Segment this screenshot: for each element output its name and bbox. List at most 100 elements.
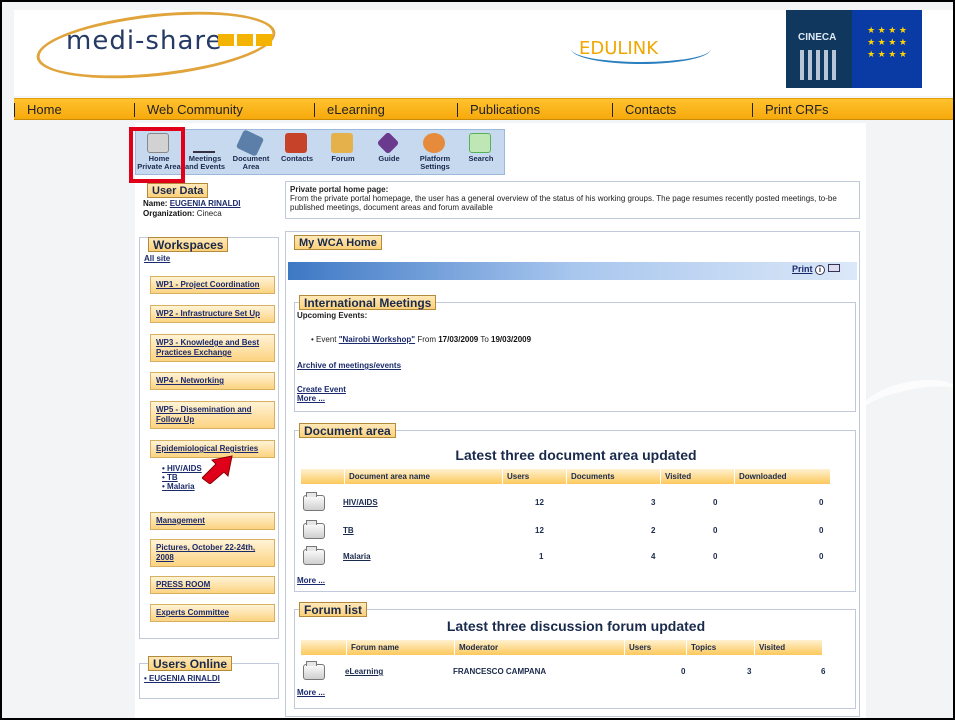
user-name-row: Name: EUGENIA RINALDI <box>143 199 279 208</box>
site-header: medi-share EDULINK CINECA ★ ★ ★ ★ ★ ★ ★ … <box>14 2 953 96</box>
registry-tb[interactable]: • TB <box>162 473 202 482</box>
event-to-date: 19/03/2009 <box>491 335 532 344</box>
document-name[interactable]: TB <box>343 526 354 535</box>
col-visited: Visited <box>661 469 735 484</box>
nav-print-crfs[interactable]: Print CRFs <box>752 103 932 117</box>
toolbar-contacts[interactable]: Contacts <box>274 130 320 176</box>
toolbar-label: Document Area <box>232 154 270 171</box>
col-document-area-name: Document area name <box>345 469 503 484</box>
col-forum-users: Users <box>625 640 687 655</box>
forum-topics: 3 <box>747 667 752 676</box>
workspace-wp1[interactable]: WP1 - Project Coordination <box>150 276 275 294</box>
document-name[interactable]: HIV/AIDS <box>343 498 378 507</box>
document-name[interactable]: Malaria <box>343 552 371 561</box>
nav-publications[interactable]: Publications <box>457 103 612 117</box>
toolbar-meetings-and-events[interactable]: Meetings and Events <box>182 130 228 176</box>
toolbar-guide[interactable]: Guide <box>366 130 412 176</box>
forum-visited: 6 <box>821 667 826 676</box>
registry-hiv-aids[interactable]: • HIV/AIDS <box>162 464 202 473</box>
documents-more-link[interactable]: More ... <box>297 576 325 585</box>
portal-toolbar: Home Private Area Meetings and Events Do… <box>135 129 505 175</box>
folder-icon <box>303 520 325 539</box>
document-downloaded: 0 <box>819 552 824 561</box>
toolbar-label: Forum <box>331 154 355 163</box>
main-nav: Home Web Community eLearning Publication… <box>14 98 953 120</box>
workspace-pictures[interactable]: Pictures, October 22-24th, 2008 <box>150 539 275 567</box>
toolbar-home-private-area[interactable]: Home Private Area <box>136 130 182 176</box>
create-event-link[interactable]: Create Event <box>297 385 346 394</box>
user-data-title: User Data <box>147 183 209 198</box>
toolbar-search[interactable]: Search <box>458 130 504 176</box>
workspace-press-room[interactable]: PRESS ROOM <box>150 576 275 594</box>
toolbar-forum[interactable]: Forum <box>320 130 366 176</box>
workspace-wp2[interactable]: WP2 - Infrastructure Set Up <box>150 305 275 323</box>
event-link[interactable]: "Nairobi Workshop" <box>339 335 415 344</box>
toolbar-label: Meetings and Events <box>184 154 225 171</box>
workspace-experts-committee[interactable]: Experts Committee <box>150 604 275 622</box>
online-user[interactable]: • EUGENIA RINALDI <box>144 674 220 683</box>
medi-share-logo[interactable]: medi-share <box>33 2 279 89</box>
page-content: Home Private Area Meetings and Events Do… <box>135 123 866 718</box>
search-icon <box>469 133 491 153</box>
col-users: Users <box>503 469 567 484</box>
print-link[interactable]: Print <box>792 264 813 274</box>
workspace-wp5[interactable]: WP5 - Dissemination and Follow Up <box>150 401 275 429</box>
forum-list-title: Forum list <box>299 602 368 617</box>
red-arrow-annotation <box>202 455 233 484</box>
document-count: 4 <box>651 552 656 561</box>
col-moderator: Moderator <box>455 640 625 655</box>
document-users: 12 <box>535 498 544 507</box>
upcoming-label: Upcoming Events: <box>297 311 368 320</box>
registries-list: • HIV/AIDS • TB • Malaria <box>162 464 202 491</box>
user-name-link[interactable]: EUGENIA RINALDI <box>170 199 241 208</box>
forum-table-header: Forum name Moderator Users Topics Visite… <box>301 640 823 655</box>
nav-home[interactable]: Home <box>14 103 134 117</box>
forum-moderator: FRANCESCO CAMPANA <box>453 667 547 676</box>
user-org-value: Cineca <box>196 209 222 218</box>
registry-malaria[interactable]: • Malaria <box>162 482 202 491</box>
event-from-date: 17/03/2009 <box>438 335 479 344</box>
document-area-heading: Latest three document area updated <box>455 447 697 463</box>
screenshot-frame: medi-share EDULINK CINECA ★ ★ ★ ★ ★ ★ ★ … <box>0 0 955 720</box>
nav-web-community[interactable]: Web Community <box>134 103 314 117</box>
event-prefix: Event <box>316 335 337 344</box>
toolbar-label: Search <box>468 154 494 163</box>
eu-flag-logo: ★ ★ ★ ★ ★ ★ ★ ★ ★ ★ ★ ★ <box>852 10 922 88</box>
workspace-wp3[interactable]: WP3 - Knowledge and Best Practices Excha… <box>150 334 275 362</box>
toolbar-label: Platform Settings <box>419 154 451 171</box>
nav-elearning[interactable]: eLearning <box>314 103 457 117</box>
nav-contacts[interactable]: Contacts <box>612 103 752 117</box>
print-button[interactable]: Print i <box>792 264 840 275</box>
meetings-more-link[interactable]: More ... <box>297 394 325 403</box>
workspaces-title: Workspaces <box>148 237 229 252</box>
col-forum-name: Forum name <box>347 640 455 655</box>
background-swoosh <box>856 372 953 432</box>
home-banner <box>288 262 857 280</box>
user-name-label: Name: <box>143 199 168 208</box>
toolbar-label: Home Private Area <box>137 154 181 171</box>
document-visited: 0 <box>713 498 718 507</box>
forum-more-link[interactable]: More ... <box>297 688 325 697</box>
users-online-title: Users Online <box>148 656 233 671</box>
meetings-title: International Meetings <box>299 295 437 310</box>
col-topics: Topics <box>687 640 755 655</box>
document-area-title: Document area <box>299 423 396 438</box>
folder-icon <box>303 546 325 565</box>
document-count: 2 <box>651 526 656 535</box>
document-downloaded: 0 <box>819 526 824 535</box>
toolbar-document-area[interactable]: Document Area <box>228 129 274 176</box>
toolbar-platform-settings[interactable]: Platform Settings <box>412 130 458 176</box>
printer-icon <box>827 264 840 272</box>
all-site-link[interactable]: All site <box>144 254 170 263</box>
archive-link[interactable]: Archive of meetings/events <box>297 361 401 370</box>
event-from-label: From <box>417 335 436 344</box>
col-downloaded: Downloaded <box>735 469 831 484</box>
document-downloaded: 0 <box>819 498 824 507</box>
meetings-icon <box>193 133 215 153</box>
forum-name[interactable]: eLearning <box>345 667 383 676</box>
workspace-wp4[interactable]: WP4 - Networking <box>150 372 275 390</box>
workspace-management[interactable]: Management <box>150 512 275 530</box>
home-icon <box>147 133 169 153</box>
document-visited: 0 <box>713 526 718 535</box>
user-org-row: Organization: Cineca <box>143 209 279 218</box>
